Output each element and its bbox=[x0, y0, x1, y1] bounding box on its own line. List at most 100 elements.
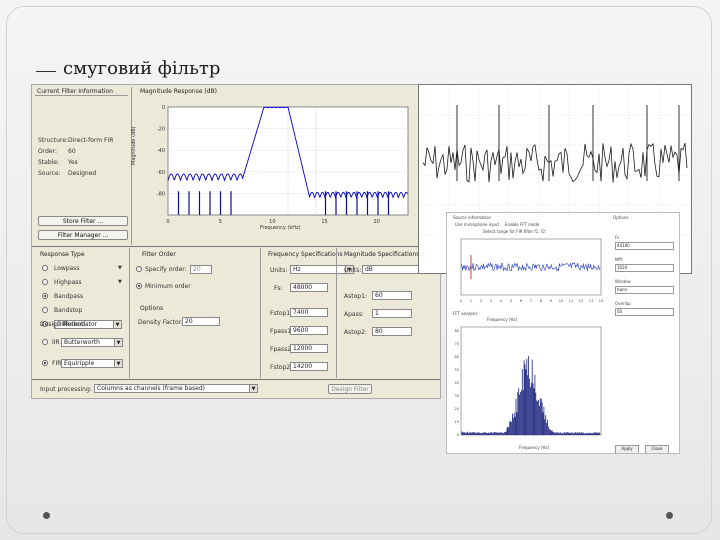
freq-units-label: Units: bbox=[270, 267, 288, 274]
info-key: Structure: bbox=[38, 137, 68, 144]
x-tick-label: 13 bbox=[589, 299, 593, 303]
freq-spec-label: Fstop1: bbox=[270, 310, 293, 317]
response-type-radio[interactable] bbox=[42, 307, 48, 313]
minimum-order-radio[interactable] bbox=[136, 283, 142, 289]
divider bbox=[32, 246, 440, 247]
fir-radio[interactable] bbox=[42, 360, 48, 366]
analyzer-option-input[interactable]: 44100 bbox=[615, 242, 674, 250]
fir-label: FIR bbox=[52, 360, 62, 367]
y-tick-label: 50 bbox=[455, 368, 459, 372]
fft-spectrum-plot: 0 10 20 30 40 50 60 70 80 bbox=[455, 326, 602, 437]
filter-manager-button[interactable]: Filter Manager ... bbox=[38, 230, 128, 240]
fs-input[interactable]: 48000 bbox=[290, 283, 328, 292]
magnitude-response-plot: 0-20-40-60-80 0 5 10 15 20 bbox=[157, 105, 409, 225]
spectrum-xlabel: Frequency (Hz) bbox=[519, 445, 550, 450]
response-type-title: Response Type bbox=[40, 251, 85, 258]
spectrum-analyzer-window: Source information Use microphone input … bbox=[446, 212, 680, 454]
freq-spec-input[interactable]: 14200 bbox=[290, 362, 328, 371]
y-tick-label: 70 bbox=[455, 342, 459, 346]
options-panel-title: Options bbox=[613, 215, 629, 220]
filtered-signal-plot: 0 1 2 3 4 5 6 7 8 9 10 11 12 13 14 bbox=[460, 238, 604, 303]
fir-method-select[interactable]: Equiripple ▼ bbox=[61, 359, 123, 368]
current-filter-info-title: Current Filter Information bbox=[37, 88, 113, 95]
chevron-down-icon: ▼ bbox=[114, 360, 122, 367]
x-tick-label: 3 bbox=[490, 299, 492, 303]
divider bbox=[336, 248, 337, 378]
close-button[interactable]: Close bbox=[645, 445, 669, 453]
x-tick-label: 4 bbox=[500, 299, 503, 303]
input-processing-value: Columns as channels (frame based) bbox=[97, 385, 205, 392]
response-type-option[interactable]: Highpass bbox=[54, 279, 82, 286]
specify-order-radio[interactable] bbox=[136, 266, 142, 272]
freq-spec-input[interactable]: 7400 bbox=[290, 308, 328, 317]
response-type-option[interactable]: Bandstop bbox=[54, 307, 82, 314]
frequency-spec-title: Frequency Specifications bbox=[268, 251, 343, 258]
design-filter-button[interactable]: Design Filter bbox=[328, 384, 372, 394]
y-tick-label: 60 bbox=[455, 355, 459, 359]
analyzer-option-input[interactable]: 1024 bbox=[615, 264, 674, 272]
info-key: Order: bbox=[38, 148, 57, 155]
chevron-down-icon: ▼ bbox=[114, 339, 122, 346]
y-tick-label: 20 bbox=[455, 407, 459, 411]
filter-order-title: Filter Order bbox=[142, 251, 176, 258]
iir-label: IIR bbox=[52, 339, 60, 346]
response-type-option[interactable]: Lowpass bbox=[54, 265, 80, 272]
analyzer-option-input[interactable]: 50 bbox=[615, 308, 674, 316]
specify-order-input[interactable]: 20 bbox=[190, 265, 212, 274]
mag-spec-label: Astop2: bbox=[344, 329, 367, 336]
divider bbox=[260, 248, 261, 378]
iir-method-select[interactable]: Butterworth ▼ bbox=[61, 338, 123, 347]
mag-spec-input[interactable]: 60 bbox=[372, 291, 412, 300]
apply-button[interactable]: Apply bbox=[615, 445, 639, 453]
x-tick-label: 5 bbox=[219, 219, 222, 225]
x-tick-label: 2 bbox=[480, 299, 482, 303]
chevron-down-icon: ▼ bbox=[249, 385, 257, 392]
slide-title: смуговий фільтр bbox=[63, 58, 221, 79]
fdatool-window: Current Filter Information Structure: Dir… bbox=[31, 84, 441, 399]
mag-spec-input[interactable]: 1 bbox=[372, 309, 412, 318]
chevron-down-icon: ▼ bbox=[113, 321, 121, 328]
x-tick-label: 14 bbox=[599, 299, 604, 303]
x-tick-label: 5 bbox=[510, 299, 512, 303]
response-type-radio[interactable] bbox=[42, 279, 48, 285]
x-tick-label: 0 bbox=[166, 219, 169, 225]
mic-checkbox-label[interactable]: Use microphone input bbox=[455, 222, 499, 227]
specify-order-label: Specify order: bbox=[145, 266, 187, 273]
divider bbox=[35, 95, 128, 96]
freq-spec-input[interactable]: 9600 bbox=[290, 326, 328, 335]
info-value: 60 bbox=[68, 148, 76, 155]
select-range-text: Select range for FIR filter f1: f2: bbox=[483, 229, 547, 234]
freq-spec-input[interactable]: 12000 bbox=[290, 344, 328, 353]
analyzer-option-label: Fs bbox=[615, 235, 620, 240]
info-value: Yes bbox=[68, 159, 78, 166]
input-processing-label: Input processing: bbox=[40, 386, 92, 393]
x-tick-label: 6 bbox=[520, 299, 522, 303]
analyzer-option-input[interactable]: hann bbox=[615, 286, 674, 294]
freq-units-value: Hz bbox=[293, 266, 301, 273]
info-key: Stable: bbox=[38, 159, 60, 166]
x-tick-label: 12 bbox=[579, 299, 583, 303]
magnitude-spec-title: Magnitude Specifications bbox=[344, 251, 420, 258]
input-processing-select[interactable]: Columns as channels (frame based) ▼ bbox=[94, 384, 258, 393]
design-method-title: Design Method bbox=[40, 321, 86, 328]
store-filter-button[interactable]: Store Filter ... bbox=[38, 216, 128, 226]
response-type-radio[interactable] bbox=[42, 265, 48, 271]
analyzer-option-label: Overlap bbox=[615, 301, 631, 306]
minimum-order-label: Minimum order bbox=[145, 283, 191, 290]
y-tick-label: 80 bbox=[455, 329, 459, 333]
info-key: Source: bbox=[38, 170, 61, 177]
fft-checkbox-label[interactable]: Enable FFT mode bbox=[505, 222, 540, 227]
y-tick-label: 0 bbox=[457, 433, 459, 437]
mag-spec-label: Astop1: bbox=[344, 293, 367, 300]
fs-label: Fs: bbox=[274, 285, 283, 292]
y-tick-label: -60 bbox=[157, 170, 165, 176]
iir-radio[interactable] bbox=[42, 339, 48, 345]
x-tick-label: 7 bbox=[530, 299, 532, 303]
divider bbox=[131, 87, 132, 245]
plot-xlabel: Frequency (kHz) bbox=[260, 225, 301, 231]
freq-spec-label: Fstop2: bbox=[270, 364, 293, 371]
response-type-radio[interactable] bbox=[42, 293, 48, 299]
response-type-option[interactable]: Bandpass bbox=[54, 293, 83, 300]
mag-spec-input[interactable]: 80 bbox=[372, 327, 412, 336]
density-factor-input[interactable]: 20 bbox=[182, 317, 220, 326]
